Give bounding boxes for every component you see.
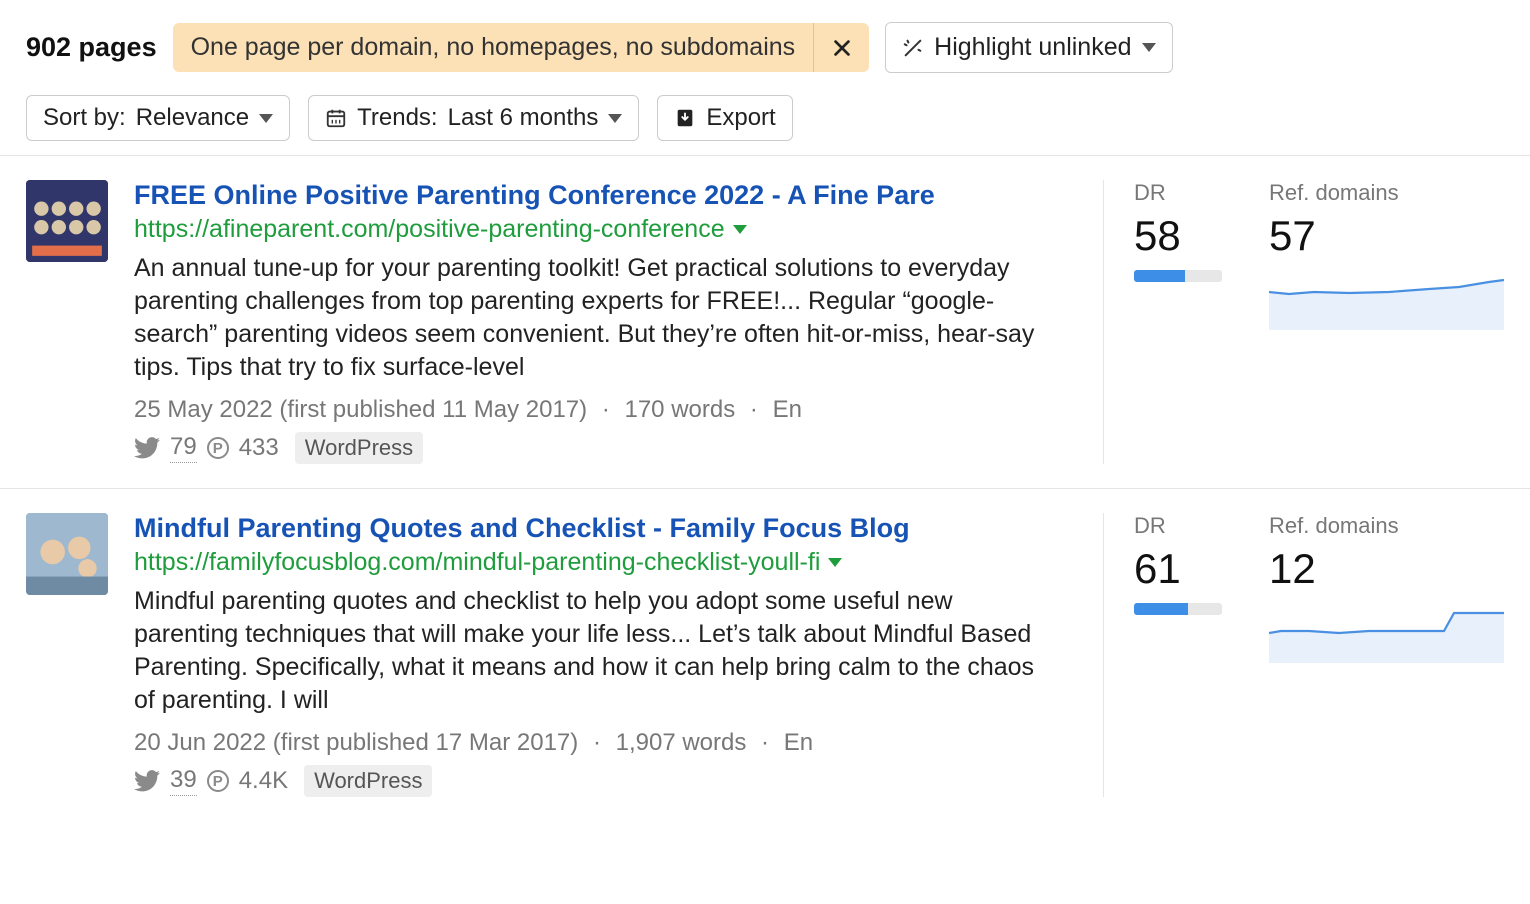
result-lang: En [773, 396, 802, 423]
trends-prefix: Trends: [357, 104, 437, 132]
sort-value: Relevance [136, 104, 249, 132]
result-title[interactable]: FREE Online Positive Parenting Conferenc… [134, 180, 1037, 211]
result-social: 79 P 433 WordPress [134, 432, 1037, 464]
caret-down-icon [1142, 43, 1156, 52]
sort-prefix: Sort by: [43, 104, 126, 132]
url-dropdown-caret[interactable] [733, 225, 747, 234]
ref-domains-sparkline [1269, 603, 1504, 663]
pinterest-count: 433 [239, 434, 279, 462]
filter-chip-label: One page per domain, no homepages, no su… [173, 23, 814, 72]
export-button[interactable]: Export [657, 95, 792, 141]
result-date: 25 May 2022 (first published 11 May 2017… [134, 396, 587, 423]
dr-label: DR [1134, 180, 1229, 206]
page-count: 902 pages [26, 32, 157, 63]
twitter-icon [134, 770, 160, 792]
highlight-unlinked-dropdown[interactable]: Highlight unlinked [885, 22, 1172, 73]
ref-domains-metric: Ref. domains 12 [1269, 513, 1504, 797]
calendar-icon [325, 107, 347, 129]
sort-dropdown[interactable]: Sort by: Relevance [26, 95, 290, 141]
dr-value: 61 [1134, 545, 1229, 593]
filter-chip-remove[interactable] [813, 23, 869, 72]
dr-value: 58 [1134, 212, 1229, 260]
result-meta: 20 Jun 2022 (first published 17 Mar 2017… [134, 729, 1037, 757]
dr-bar [1134, 603, 1222, 615]
result-lang: En [784, 729, 813, 756]
caret-down-icon [259, 114, 273, 123]
highlight-unlinked-label: Highlight unlinked [934, 33, 1131, 62]
result-description: An annual tune-up for your parenting too… [134, 252, 1037, 384]
close-icon [831, 37, 853, 59]
result-date: 20 Jun 2022 (first published 17 Mar 2017… [134, 729, 578, 756]
dr-metric: DR 58 [1134, 180, 1229, 464]
download-icon [674, 107, 696, 129]
dr-metric: DR 61 [1134, 513, 1229, 797]
twitter-count[interactable]: 79 [170, 433, 197, 463]
result-title[interactable]: Mindful Parenting Quotes and Checklist -… [134, 513, 1037, 544]
filter-chip[interactable]: One page per domain, no homepages, no su… [173, 23, 870, 72]
twitter-count[interactable]: 39 [170, 766, 197, 796]
result-row: FREE Online Positive Parenting Conferenc… [0, 156, 1530, 489]
result-words: 170 words [624, 396, 735, 423]
toolbar: 902 pages One page per domain, no homepa… [0, 0, 1530, 155]
pinterest-count: 4.4K [239, 767, 288, 795]
cms-tag: WordPress [304, 765, 432, 797]
magic-wand-icon [902, 37, 924, 59]
result-url[interactable]: https://familyfocusblog.com/mindful-pare… [134, 548, 820, 577]
dr-bar-fill [1134, 603, 1188, 615]
export-label: Export [706, 104, 775, 132]
caret-down-icon [608, 114, 622, 123]
ref-domains-metric: Ref. domains 57 [1269, 180, 1504, 464]
ref-domains-sparkline [1269, 270, 1504, 330]
pinterest-icon: P [207, 770, 229, 792]
pinterest-icon: P [207, 437, 229, 459]
result-row: Mindful Parenting Quotes and Checklist -… [0, 489, 1530, 821]
cms-tag: WordPress [295, 432, 423, 464]
result-metrics: DR 61 Ref. domains 12 [1103, 513, 1504, 797]
trends-dropdown[interactable]: Trends: Last 6 months [308, 95, 639, 141]
result-social: 39 P 4.4K WordPress [134, 765, 1037, 797]
dr-bar [1134, 270, 1222, 282]
trends-value: Last 6 months [448, 104, 599, 132]
result-words: 1,907 words [616, 729, 747, 756]
ref-domains-label: Ref. domains [1269, 180, 1504, 206]
result-meta: 25 May 2022 (first published 11 May 2017… [134, 396, 1037, 424]
result-metrics: DR 58 Ref. domains 57 [1103, 180, 1504, 464]
result-thumbnail[interactable] [26, 180, 108, 262]
ref-domains-label: Ref. domains [1269, 513, 1504, 539]
ref-domains-value: 57 [1269, 212, 1504, 260]
result-description: Mindful parenting quotes and checklist t… [134, 585, 1037, 717]
dr-bar-fill [1134, 270, 1185, 282]
url-dropdown-caret[interactable] [828, 558, 842, 567]
dr-label: DR [1134, 513, 1229, 539]
results-list: FREE Online Positive Parenting Conferenc… [0, 156, 1530, 821]
twitter-icon [134, 437, 160, 459]
result-thumbnail[interactable] [26, 513, 108, 595]
result-url[interactable]: https://afineparent.com/positive-parenti… [134, 215, 725, 244]
ref-domains-value: 12 [1269, 545, 1504, 593]
